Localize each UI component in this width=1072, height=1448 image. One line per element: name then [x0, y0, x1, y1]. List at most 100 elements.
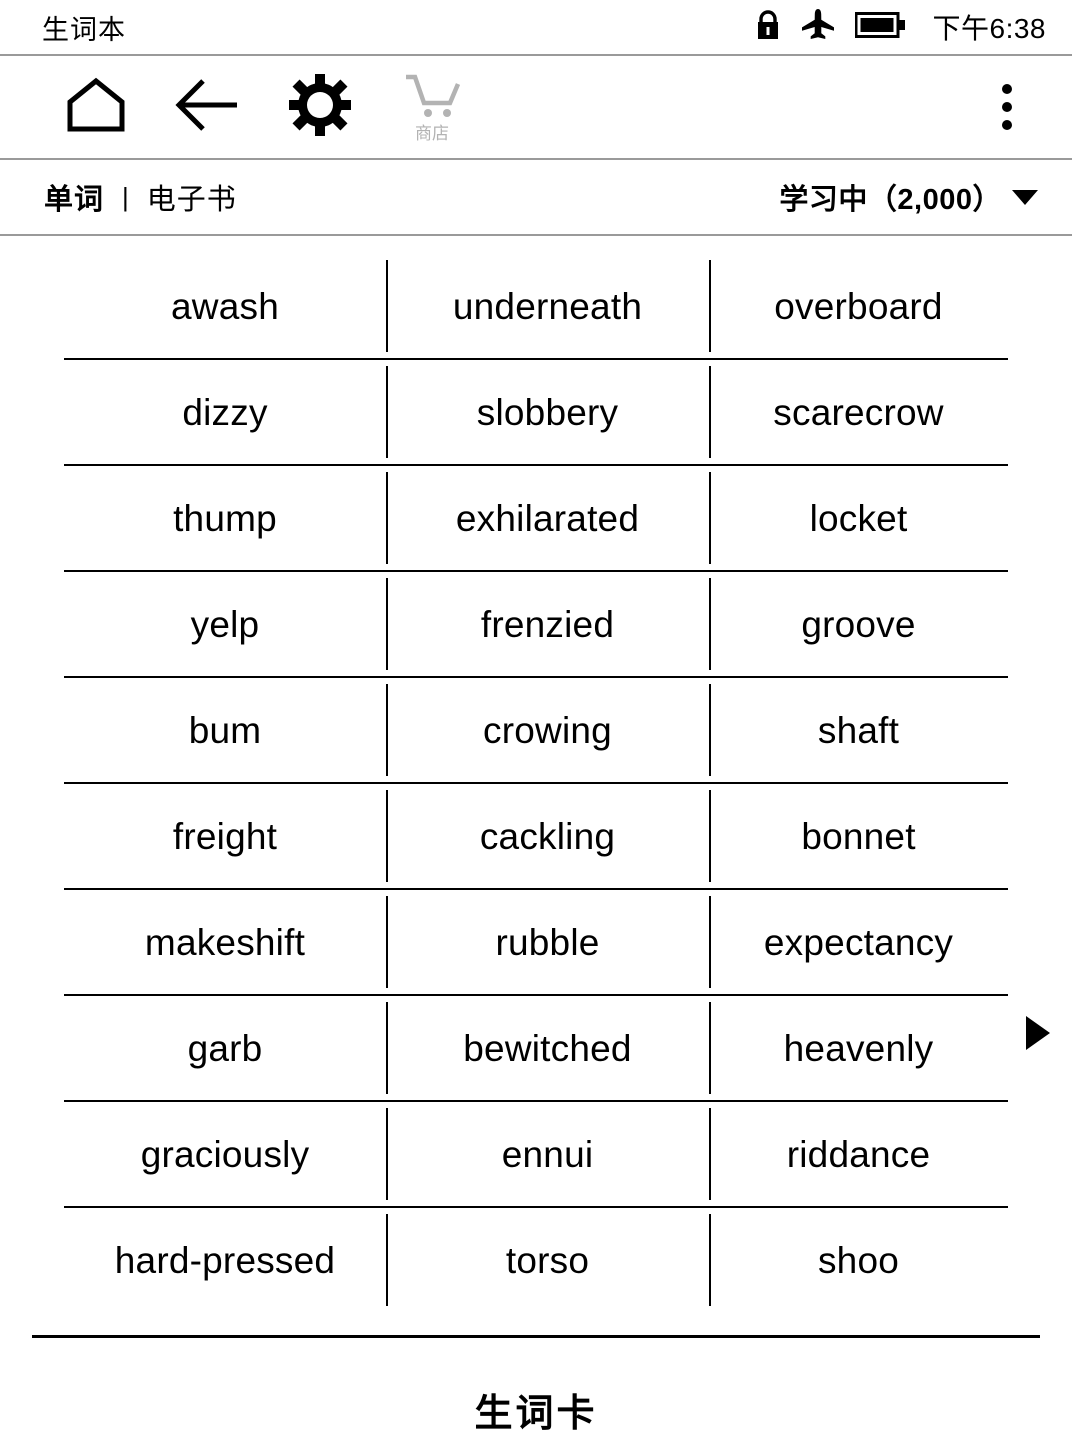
word-cell[interactable]: bonnet — [709, 783, 1008, 890]
word-label: torso — [505, 1239, 590, 1281]
word-cell[interactable]: riddance — [709, 1101, 1008, 1208]
word-cell[interactable]: crowing — [386, 677, 709, 784]
word-cell[interactable]: groove — [709, 571, 1008, 678]
word-label: bum — [188, 709, 262, 751]
word-label: bonnet — [801, 815, 916, 857]
word-cell[interactable]: rubble — [386, 889, 709, 996]
word-cell[interactable]: frenzied — [386, 571, 709, 678]
word-cell[interactable]: freight — [64, 783, 386, 890]
word-cell[interactable]: underneath — [386, 254, 709, 360]
toolbar: 商店 — [0, 56, 1072, 160]
word-label: awash — [171, 285, 279, 327]
word-label: cackling — [479, 815, 616, 857]
word-label: yelp — [190, 603, 260, 645]
word-cell[interactable]: yelp — [64, 571, 386, 678]
word-cell[interactable]: cackling — [386, 783, 709, 890]
word-label: bewitched — [463, 1027, 632, 1069]
settings-gear-icon — [289, 73, 351, 141]
word-cell[interactable]: locket — [709, 465, 1008, 572]
word-label: graciously — [140, 1133, 310, 1175]
word-label: riddance — [786, 1133, 931, 1175]
word-cell[interactable]: shoo — [709, 1207, 1008, 1312]
table-row: bum crowing shaft — [64, 677, 1008, 784]
word-label: ennui — [501, 1133, 594, 1175]
table-row: garb bewitched heavenly — [64, 995, 1008, 1102]
airplane-mode-icon — [801, 8, 835, 47]
battery-icon — [854, 11, 907, 44]
footer-bar: 生词卡 — [0, 1335, 1072, 1448]
footer-divider — [32, 1335, 1040, 1338]
word-label: underneath — [452, 285, 643, 327]
back-button[interactable] — [152, 55, 264, 159]
word-label: thump — [173, 497, 277, 539]
tab-group: 单词 | 电子书 — [44, 176, 237, 218]
word-cell[interactable]: torso — [386, 1207, 709, 1312]
shop-button[interactable]: 商店 — [376, 55, 488, 159]
flashcard-button[interactable]: 生词卡 — [0, 1382, 1072, 1437]
word-cell[interactable]: garb — [64, 995, 386, 1102]
overflow-menu-button[interactable] — [972, 55, 1042, 159]
word-label: expectancy — [763, 921, 954, 963]
word-cell[interactable]: ennui — [386, 1101, 709, 1208]
word-cell[interactable]: graciously — [64, 1101, 386, 1208]
home-button[interactable] — [40, 55, 152, 159]
word-label: locket — [809, 497, 908, 539]
shop-cart-icon — [402, 73, 462, 124]
next-page-arrow[interactable] — [1026, 1016, 1050, 1050]
word-cell[interactable]: dizzy — [64, 359, 386, 466]
word-cell[interactable]: overboard — [709, 254, 1008, 360]
tab-ebooks[interactable]: 电子书 — [147, 176, 237, 218]
word-label: slobbery — [476, 391, 619, 433]
chevron-down-icon — [1012, 189, 1038, 205]
back-arrow-icon — [173, 76, 243, 139]
word-label: scarecrow — [773, 391, 944, 433]
word-cell[interactable]: shaft — [709, 677, 1008, 784]
table-row: awash underneath overboard — [64, 254, 1008, 360]
word-label: rubble — [495, 921, 600, 963]
word-cell[interactable]: bum — [64, 677, 386, 784]
overflow-menu-icon — [1002, 84, 1012, 94]
word-label: dizzy — [182, 391, 268, 433]
word-label: freight — [172, 815, 278, 857]
word-label: heavenly — [783, 1027, 934, 1069]
word-label: overboard — [774, 285, 943, 327]
home-icon — [65, 77, 127, 138]
word-cell[interactable]: expectancy — [709, 889, 1008, 996]
word-cell[interactable]: bewitched — [386, 995, 709, 1102]
word-label: hard-pressed — [114, 1239, 336, 1281]
word-cell[interactable]: heavenly — [709, 995, 1008, 1102]
word-cell[interactable]: thump — [64, 465, 386, 572]
tab-words[interactable]: 单词 — [44, 176, 104, 218]
word-label: garb — [187, 1027, 263, 1069]
lock-icon — [755, 9, 781, 46]
word-label: exhilarated — [455, 497, 640, 539]
table-row: thump exhilarated locket — [64, 465, 1008, 572]
table-row: yelp frenzied groove — [64, 571, 1008, 678]
study-filter-label: 学习中（2,000） — [779, 184, 1002, 216]
word-grid-body: awash underneath overboard dizzy slobber… — [64, 254, 1008, 1312]
word-cell[interactable]: slobbery — [386, 359, 709, 466]
word-label: shoo — [817, 1239, 900, 1281]
settings-button[interactable] — [264, 55, 376, 159]
clock: 下午6:38 — [932, 13, 1046, 44]
overflow-menu-icon — [1002, 120, 1012, 130]
word-label: makeshift — [144, 921, 306, 963]
shop-label: 商店 — [415, 123, 449, 143]
word-grid: awash underneath overboard dizzy slobber… — [64, 254, 1008, 1312]
word-cell[interactable]: hard-pressed — [64, 1207, 386, 1312]
tab-bar: 单词 | 电子书 学习中（2,000） — [0, 160, 1072, 236]
word-label: crowing — [483, 709, 612, 751]
app-title: 生词本 — [42, 14, 126, 45]
word-cell[interactable]: awash — [64, 254, 386, 360]
study-filter-dropdown[interactable]: 学习中（2,000） — [779, 176, 1038, 218]
overflow-menu-icon — [1002, 102, 1012, 112]
word-cell[interactable]: makeshift — [64, 889, 386, 996]
word-cell[interactable]: scarecrow — [709, 359, 1008, 466]
status-bar: 生词本 下午6:38 — [0, 0, 1072, 56]
word-grid-container: awash underneath overboard dizzy slobber… — [0, 236, 1072, 1312]
table-row: makeshift rubble expectancy — [64, 889, 1008, 996]
word-label: frenzied — [480, 603, 615, 645]
table-row: hard-pressed torso shoo — [64, 1207, 1008, 1312]
word-cell[interactable]: exhilarated — [386, 465, 709, 572]
table-row: dizzy slobbery scarecrow — [64, 359, 1008, 466]
